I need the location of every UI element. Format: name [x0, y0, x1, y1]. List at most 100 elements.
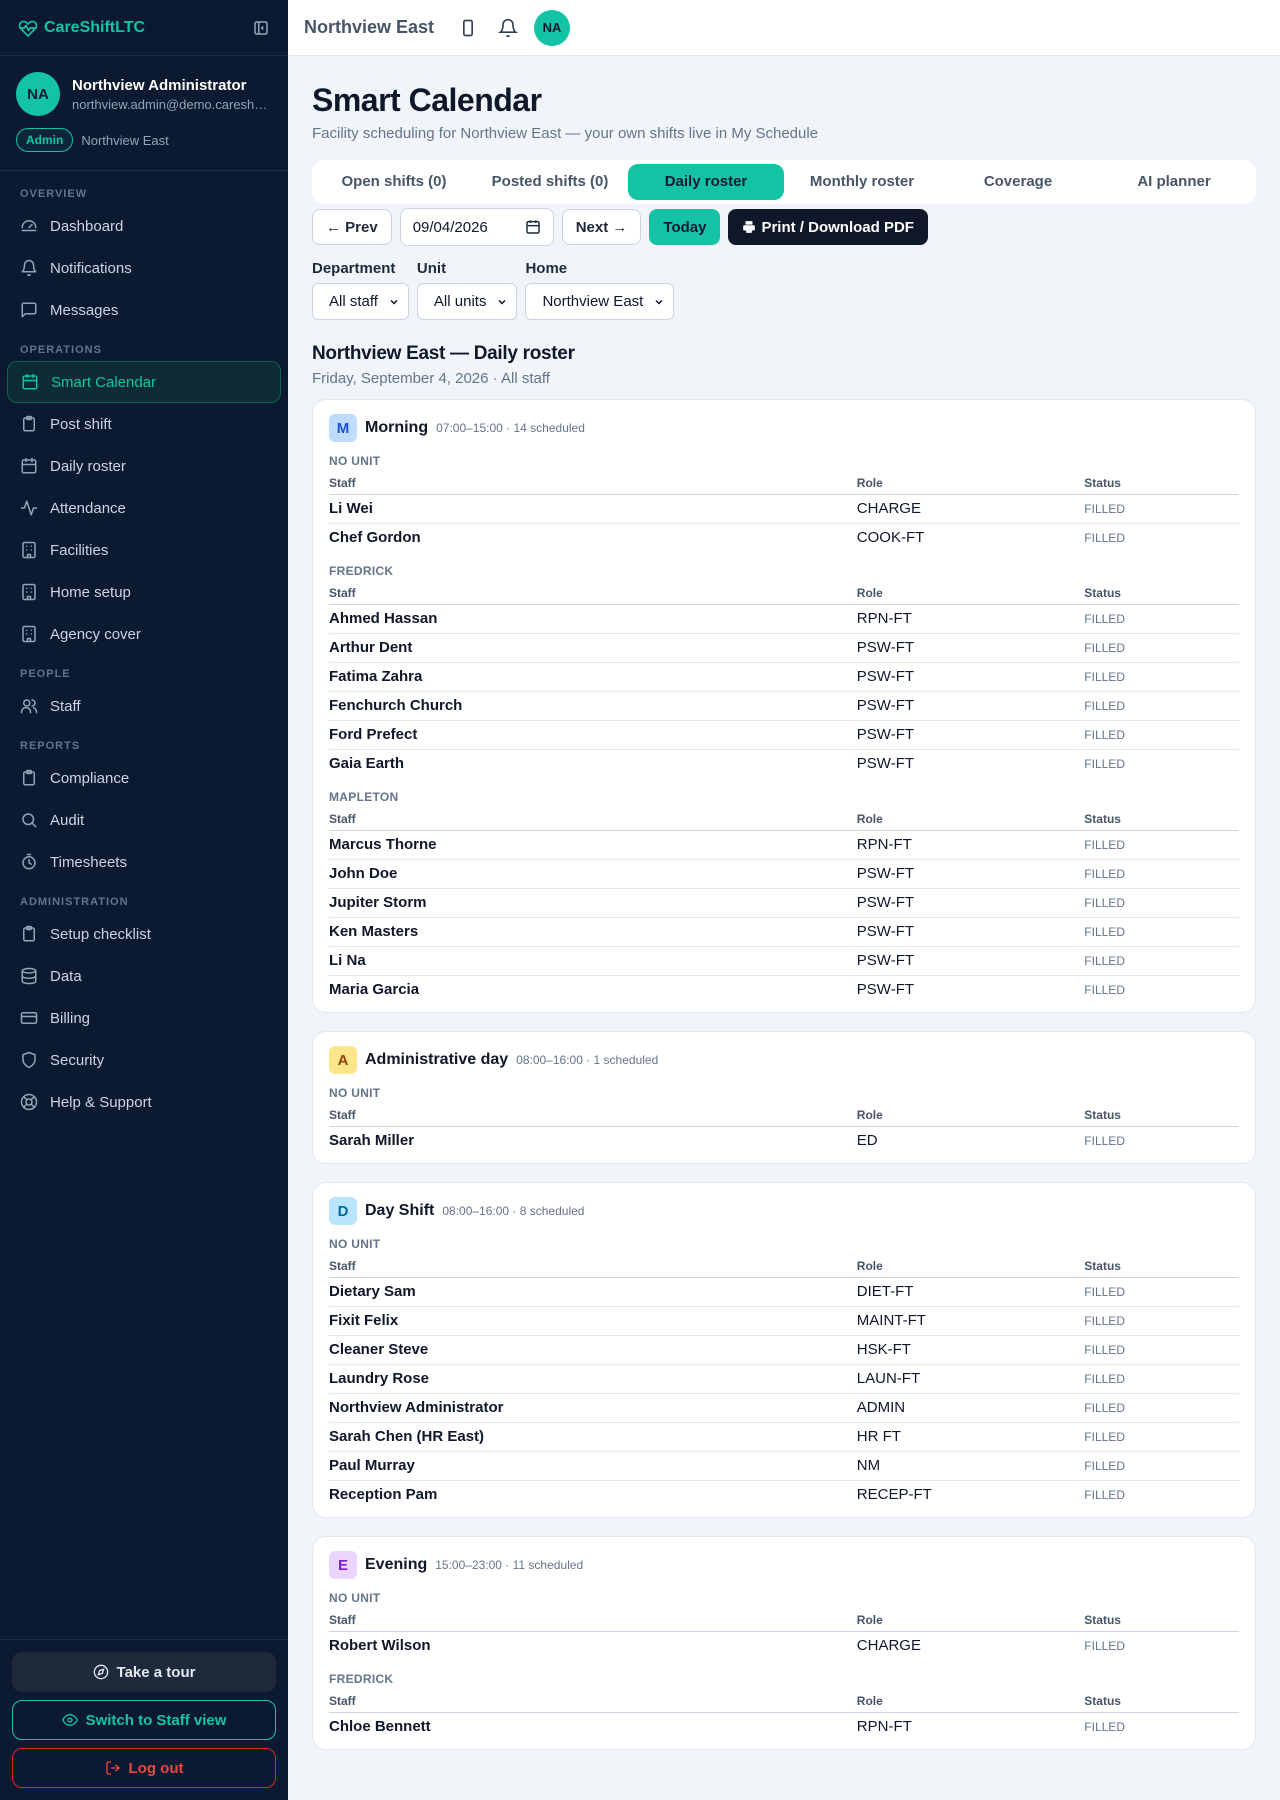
tab-ai-planner[interactable]: AI planner	[1096, 164, 1252, 200]
table-row[interactable]: Ken Masters PSW-FT FILLED	[329, 917, 1239, 947]
table-row[interactable]: Fatima Zahra PSW-FT FILLED	[329, 662, 1239, 692]
next-button[interactable]: Next →	[561, 209, 642, 245]
card-icon	[20, 1009, 38, 1027]
staff-role: PSW-FT	[856, 917, 1085, 947]
staff-role: HR FT	[856, 1422, 1085, 1452]
table-row[interactable]: Cleaner Steve HSK-FT FILLED	[329, 1335, 1239, 1365]
roster-table: Staff Role Status Dietary Sam DIET-FT FI…	[329, 1255, 1239, 1509]
table-row[interactable]: Laundry Rose LAUN-FT FILLED	[329, 1364, 1239, 1394]
date-input[interactable]: 09/04/2026	[399, 208, 554, 246]
status-column-header: Status	[1084, 1690, 1239, 1713]
table-row[interactable]: Fenchurch Church PSW-FT FILLED	[329, 691, 1239, 721]
sidebar-item-label: Security	[50, 1051, 105, 1069]
switch-staff-view-button[interactable]: Switch to Staff view	[12, 1700, 276, 1740]
tab-coverage[interactable]: Coverage	[940, 164, 1096, 200]
print-pdf-button[interactable]: Print / Download PDF	[728, 209, 928, 245]
calendar-picker-icon[interactable]	[525, 219, 541, 235]
sidebar-item-dashboard[interactable]: Dashboard	[7, 205, 281, 247]
staff-role: CHARGE	[856, 494, 1085, 524]
table-row[interactable]: Jupiter Storm PSW-FT FILLED	[329, 888, 1239, 918]
sidebar-item-agency-cover[interactable]: Agency cover	[7, 613, 281, 655]
sidebar-actions: Take a tour Switch to Staff view Log out	[0, 1639, 288, 1800]
sidebar-collapse-icon[interactable]	[252, 19, 270, 37]
shift-meta: 15:00–23:00 · 11 scheduled	[435, 1558, 584, 1572]
bell-icon[interactable]	[498, 18, 519, 38]
table-row[interactable]: Chloe Bennett RPN-FT FILLED	[329, 1712, 1239, 1741]
sidebar-item-security[interactable]: Security	[7, 1039, 281, 1081]
table-row[interactable]: Chef Gordon COOK-FT FILLED	[329, 523, 1239, 552]
logout-button[interactable]: Log out	[12, 1748, 276, 1788]
table-row[interactable]: Dietary Sam DIET-FT FILLED	[329, 1277, 1239, 1307]
prev-button[interactable]: ← Prev	[312, 209, 392, 245]
table-row[interactable]: Fixit Felix MAINT-FT FILLED	[329, 1306, 1239, 1336]
staff-name: John Doe	[329, 859, 857, 889]
take-tour-button[interactable]: Take a tour	[12, 1652, 276, 1692]
staff-role: PSW-FT	[856, 859, 1085, 889]
tab-posted-shifts-0[interactable]: Posted shifts (0)	[472, 164, 628, 200]
staff-role: ED	[856, 1132, 878, 1150]
tab-open-shifts-0[interactable]: Open shifts (0)	[316, 164, 472, 200]
tab-monthly-roster[interactable]: Monthly roster	[784, 164, 940, 200]
table-row[interactable]: Reception Pam RECEP-FT FILLED	[329, 1480, 1239, 1509]
table-row[interactable]: Li Na PSW-FT FILLED	[329, 946, 1239, 976]
sidebar-item-data[interactable]: Data	[7, 955, 281, 997]
sidebar-item-staff[interactable]: Staff	[7, 685, 281, 727]
eye-icon	[61, 1712, 78, 1728]
mobile-icon[interactable]	[458, 18, 478, 38]
status-column-header: Status	[1084, 1609, 1239, 1632]
sidebar-item-smart-calendar[interactable]: Smart Calendar	[7, 361, 281, 403]
staff-role: RECEP-FT	[856, 1486, 932, 1504]
sidebar-item-facilities[interactable]: Facilities	[7, 529, 281, 571]
staff-column-header: Staff	[329, 472, 857, 495]
role-column-header: Role	[856, 472, 1085, 495]
roster-table: Staff Role Status Marcus Thorne RPN-FT F…	[329, 808, 1239, 1004]
sidebar-item-audit[interactable]: Audit	[7, 799, 281, 841]
staff-name: Jupiter Storm	[329, 888, 857, 918]
date-value: 09/04/2026	[412, 218, 488, 236]
table-row[interactable]: Li Wei CHARGE FILLED	[329, 494, 1239, 524]
facility-title: Northview East	[304, 17, 435, 37]
staff-column-header: Staff	[329, 1104, 857, 1127]
top-bar: Northview East NA	[288, 0, 1280, 56]
home-select[interactable]: Northview East	[525, 283, 675, 320]
table-row[interactable]: Paul Murray NM FILLED	[329, 1451, 1239, 1481]
avatar[interactable]: NA	[16, 72, 60, 116]
nav-section-title: OPERATIONS	[20, 344, 102, 356]
compass-icon	[93, 1664, 109, 1680]
table-row[interactable]: John Doe PSW-FT FILLED	[329, 859, 1239, 889]
sidebar-item-timesheets[interactable]: Timesheets	[7, 841, 281, 883]
staff-name: Laundry Rose	[329, 1364, 857, 1394]
tab-daily-roster[interactable]: Daily roster	[628, 164, 784, 200]
unit-select[interactable]: All units	[416, 283, 518, 320]
table-row[interactable]: Arthur Dent PSW-FT FILLED	[329, 633, 1239, 663]
table-row[interactable]: Ahmed Hassan RPN-FT FILLED	[329, 604, 1239, 634]
staff-name: Dietary Sam	[329, 1277, 857, 1307]
staff-name: Fixit Felix	[329, 1306, 857, 1336]
sidebar-item-daily-roster[interactable]: Daily roster	[7, 445, 281, 487]
role-column-header: Role	[856, 1255, 1085, 1278]
sidebar-item-compliance[interactable]: Compliance	[7, 757, 281, 799]
sidebar-item-setup-checklist[interactable]: Setup checklist	[7, 913, 281, 955]
sidebar-item-help-support[interactable]: Help & Support	[7, 1081, 281, 1123]
sidebar-item-home-setup[interactable]: Home setup	[7, 571, 281, 613]
users-icon	[20, 697, 38, 715]
sidebar-item-billing[interactable]: Billing	[7, 997, 281, 1039]
sidebar-item-messages[interactable]: Messages	[7, 289, 281, 331]
table-row[interactable]: Northview Administrator ADMIN FILLED	[329, 1393, 1239, 1423]
table-row[interactable]: Robert Wilson CHARGE FILLED	[329, 1631, 1239, 1660]
table-row[interactable]: Sarah Chen (HR East) HR FT FILLED	[329, 1422, 1239, 1452]
nav-section-title: OVERVIEW	[20, 188, 88, 200]
topbar-avatar[interactable]: NA	[534, 9, 571, 46]
table-row[interactable]: Sarah Miller ED FILLED	[329, 1126, 1239, 1155]
table-row[interactable]: Gaia Earth PSW-FT FILLED	[329, 749, 1239, 778]
table-row[interactable]: Maria Garcia PSW-FT FILLED	[329, 975, 1239, 1004]
staff-role: PSW-FT	[856, 691, 1085, 721]
today-button[interactable]: Today	[649, 209, 721, 245]
sidebar-item-attendance[interactable]: Attendance	[7, 487, 281, 529]
department-select[interactable]: All staff	[312, 283, 409, 320]
table-row[interactable]: Ford Prefect PSW-FT FILLED	[329, 720, 1239, 750]
sidebar-item-post-shift[interactable]: Post shift	[7, 403, 281, 445]
table-row[interactable]: Marcus Thorne RPN-FT FILLED	[329, 830, 1239, 860]
staff-name: Reception Pam	[329, 1486, 438, 1504]
sidebar-item-notifications[interactable]: Notifications	[7, 247, 281, 289]
